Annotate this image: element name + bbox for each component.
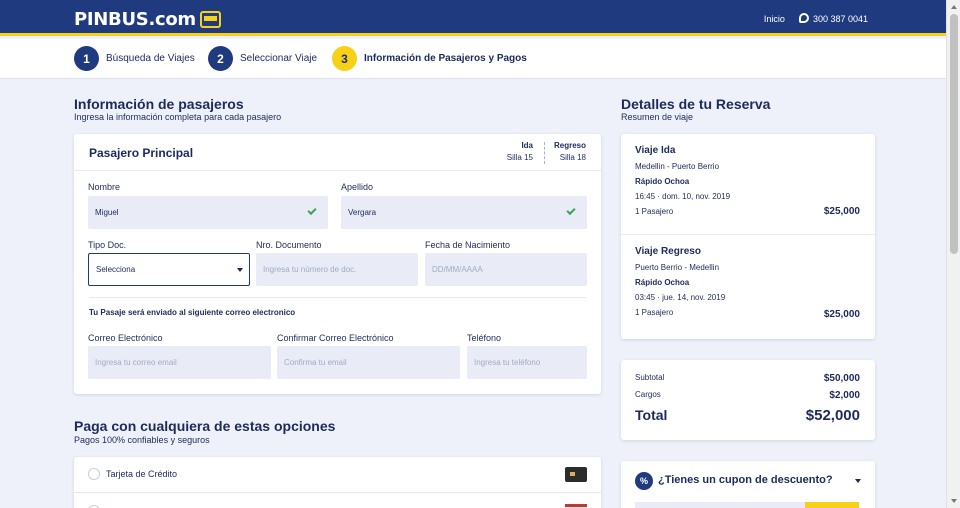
ida-seat: Ida Silla 15 — [506, 141, 533, 162]
nombre-label: Nombre — [88, 182, 121, 192]
trip-divider — [621, 234, 875, 235]
payment-option-credit-card[interactable]: Tarjeta de Crédito — [74, 457, 601, 493]
nombre-field[interactable]: Miguel — [88, 196, 328, 229]
correo-input[interactable]: Ingresa tu correo email — [88, 346, 271, 379]
coupon-input[interactable] — [635, 502, 805, 508]
cargos-row: Cargos $2,000 — [635, 390, 860, 401]
nro-doc-input[interactable]: Ingresa tu número de doc. — [256, 253, 418, 286]
tipo-doc-select[interactable]: Selecciona — [88, 253, 250, 286]
payment-subtitle: Pagos 100% confiables y seguros — [74, 435, 210, 445]
payment-method-icon — [565, 504, 587, 508]
confirmar-label: Confirmar Correo Electrónico — [277, 333, 394, 343]
top-navbar: PINBUS.com Inicio 300 387 0041 — [0, 0, 946, 36]
scroll-up-icon[interactable] — [951, 5, 957, 9]
phone-link[interactable]: 300 387 0041 — [798, 13, 868, 24]
trip-details-card: Viaje Ida Medellin - Puerto Berrio Rápid… — [621, 134, 875, 339]
check-icon — [566, 205, 576, 216]
pinbus-logo[interactable]: PINBUS.com — [74, 9, 221, 30]
payment-title: Paga con cualquiera de estas opciones — [74, 418, 336, 434]
scroll-down-icon[interactable] — [951, 499, 957, 503]
coupon-question: ¿Tienes un cupon de descuento? — [658, 474, 833, 486]
nro-doc-label: Nro. Documento — [256, 240, 322, 250]
step-informacion: 3 Información de Pasajeros y Pagos — [332, 46, 527, 71]
reservation-title: Detalles de tu Reserva — [621, 96, 771, 112]
credit-card-icon — [565, 467, 587, 482]
subtotal-row: Subtotal $50,000 — [635, 373, 860, 384]
correo-label: Correo Electrónico — [88, 333, 163, 343]
passenger-card: Pasajero Principal Ida Silla 15 Regreso Si… — [74, 134, 601, 394]
total-row: Total $52,000 — [635, 407, 860, 424]
radio-button[interactable] — [88, 468, 100, 480]
payment-card: Tarjeta de Crédito — [74, 457, 601, 508]
fecha-label: Fecha de Nacimiento — [425, 240, 511, 250]
apellido-field[interactable]: Vergara — [341, 196, 587, 229]
reservation-subtitle: Resumen de viaje — [621, 112, 694, 122]
inicio-link[interactable]: Inicio — [764, 14, 785, 24]
check-icon — [307, 205, 317, 216]
step-seleccionar[interactable]: 2 Seleccionar Viaje — [208, 46, 317, 71]
passenger-card-title: Pasajero Principal — [89, 146, 194, 160]
scrollbar[interactable] — [946, 0, 960, 508]
telefono-input[interactable]: Ingresa tu teléfono — [467, 346, 587, 379]
card-divider — [74, 170, 601, 171]
passengers-title: Información de pasajeros — [74, 96, 244, 112]
fecha-input[interactable]: DD/MM/AAAA — [425, 253, 587, 286]
seat-divider — [544, 142, 545, 164]
form-divider — [89, 297, 586, 298]
phone-icon — [798, 13, 809, 23]
payment-option-next[interactable] — [74, 494, 601, 508]
chevron-down-icon — [237, 268, 243, 272]
scrollbar-thumb[interactable] — [950, 14, 958, 254]
telefono-label: Teléfono — [467, 333, 502, 343]
apellido-label: Apellido — [341, 182, 374, 192]
coupon-apply-button[interactable] — [805, 502, 859, 508]
price-summary-card: Subtotal $50,000 Cargos $2,000 Total $52,00… — [621, 360, 875, 440]
chevron-down-icon[interactable] — [855, 479, 861, 483]
trip-ida: Viaje Ida Medellin - Puerto Berrio Rápid… — [635, 145, 731, 216]
bus-icon — [199, 11, 221, 28]
passengers-subtitle: Ingresa la información completa para cad… — [74, 112, 282, 122]
progress-steps: 1 Búsqueda de Viajes 2 Seleccionar Viaje… — [0, 39, 946, 79]
email-note: Tu Pasaje será enviado al siguiente corr… — [89, 308, 296, 317]
coupon-card[interactable]: % ¿Tienes un cupon de descuento? — [621, 461, 875, 508]
trip-ida-price: $25,000 — [823, 206, 860, 217]
step-busqueda[interactable]: 1 Búsqueda de Viajes — [74, 46, 195, 71]
tipo-doc-label: Tipo Doc. — [88, 240, 127, 250]
trip-regreso: Viaje Regreso Puerto Berrio - Medellin R… — [635, 246, 726, 317]
discount-icon: % — [635, 472, 653, 490]
confirmar-input[interactable]: Confirma tu email — [277, 346, 460, 379]
trip-regreso-price: $25,000 — [823, 309, 860, 320]
regreso-seat: Regreso Silla 18 — [553, 141, 586, 162]
